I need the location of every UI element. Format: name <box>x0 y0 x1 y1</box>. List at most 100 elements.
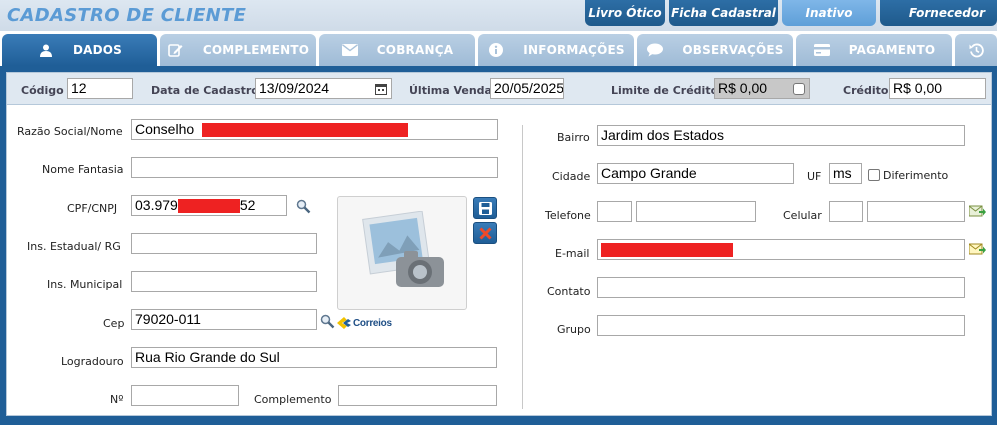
credito-label: Crédito <box>843 84 889 97</box>
correios-text: Correios <box>353 317 392 329</box>
tab-informacoes[interactable]: INFORMAÇÕES <box>478 34 634 66</box>
cidade-label: Cidade <box>552 170 591 183</box>
uf-field[interactable]: ms <box>829 163 862 184</box>
tab-label: INFORMAÇÕES <box>523 43 625 57</box>
photo-frame[interactable] <box>337 196 467 310</box>
celular-field[interactable] <box>867 201 965 222</box>
cidade-field[interactable]: Campo Grande <box>597 163 794 184</box>
summary-bar: Código 12 Data de Cadastro 13/09/2024 Úl… <box>7 73 991 105</box>
limite-credito-field[interactable]: R$ 0,00 <box>714 78 810 99</box>
cpf-cnpj-label: CPF/CNPJ <box>67 202 118 215</box>
ins-municipal-field[interactable] <box>131 271 317 292</box>
send-mail-icon[interactable] <box>968 243 986 259</box>
save-icon <box>479 202 492 218</box>
diferimento-checkbox[interactable] <box>868 169 880 181</box>
ultima-venda-field[interactable]: 20/05/2025 <box>490 78 564 99</box>
column-divider <box>522 125 523 409</box>
telefone-label: Telefone <box>545 209 591 222</box>
limite-credito-value: R$ 0,00 <box>718 80 768 96</box>
history-icon <box>967 43 985 57</box>
search-icon[interactable] <box>296 199 311 217</box>
razao-social-field[interactable]: Conselho <box>131 119 498 140</box>
save-photo-button[interactable] <box>473 197 497 219</box>
codigo-label: Código <box>21 84 64 97</box>
data-cadastro-field[interactable]: 13/09/2024 <box>255 78 392 99</box>
uf-label: UF <box>807 170 822 183</box>
tab-label: COBRANÇA <box>376 43 454 57</box>
tab-historico[interactable] <box>955 34 997 66</box>
tab-label: COMPLEMENTO <box>202 43 310 57</box>
calendar-icon[interactable] <box>375 82 387 98</box>
data-cadastro-value: 13/09/2024 <box>259 80 330 96</box>
limite-credito-label: Limite de Crédito <box>611 84 719 97</box>
tab-label: OBSERVAÇÕES <box>682 43 784 57</box>
contato-label: Contato <box>547 285 591 298</box>
header-bar: CADASTRO DE CLIENTE Livro Ótico Ficha Ca… <box>0 0 997 31</box>
email-label: E-mail <box>555 247 590 260</box>
tab-observacoes[interactable]: OBSERVAÇÕES <box>637 34 793 66</box>
tab-complemento[interactable]: COMPLEMENTO <box>160 34 316 66</box>
cpf-cnpj-start: 03.979 <box>135 197 178 213</box>
page-title: CADASTRO DE CLIENTE <box>7 5 247 26</box>
numero-field[interactable] <box>131 385 239 406</box>
form-frame: Código 12 Data de Cadastro 13/09/2024 Úl… <box>0 66 997 425</box>
numero-label: Nº <box>110 393 124 406</box>
chat-icon <box>646 43 664 57</box>
fornecedor-button[interactable]: Fornecedor <box>880 0 997 26</box>
nome-fantasia-label: Nome Fantasia <box>42 163 124 176</box>
delete-photo-button[interactable] <box>473 222 497 244</box>
codigo-field[interactable]: 12 <box>67 78 133 99</box>
send-mail-icon[interactable] <box>968 205 986 221</box>
celular-label: Celular <box>783 209 822 222</box>
redaction-bar <box>177 199 240 214</box>
grupo-field[interactable] <box>597 315 965 336</box>
edit-icon <box>167 43 185 57</box>
tab-dados[interactable]: DADOS <box>2 34 157 66</box>
telefone-ddd-field[interactable] <box>597 201 632 222</box>
tab-pagamento[interactable]: PAGAMENTO <box>796 34 952 66</box>
tab-label: PAGAMENTO <box>848 43 936 57</box>
contato-field[interactable] <box>597 277 965 298</box>
email-field[interactable] <box>597 239 965 260</box>
ins-estadual-field[interactable] <box>131 233 317 254</box>
razao-social-value: Conselho <box>135 121 195 137</box>
cpf-cnpj-end: 52 <box>239 197 256 213</box>
diferimento-label: Diferimento <box>883 169 949 182</box>
livro-otico-button[interactable]: Livro Ótico <box>585 0 665 26</box>
ficha-cadastral-button[interactable]: Ficha Cadastral <box>669 0 778 26</box>
bairro-field[interactable]: Jardim dos Estados <box>597 125 965 146</box>
search-icon[interactable] <box>320 314 335 332</box>
nome-fantasia-field[interactable] <box>131 157 498 178</box>
telefone-field[interactable] <box>636 201 756 222</box>
cep-label: Cep <box>103 317 125 330</box>
grupo-label: Grupo <box>557 323 591 336</box>
inativo-button[interactable]: Inativo <box>782 0 876 26</box>
delete-icon <box>479 227 492 243</box>
cep-field[interactable]: 79020-011 <box>131 309 317 330</box>
correios-icon <box>337 317 351 329</box>
user-icon <box>37 43 55 57</box>
correios-logo[interactable]: Correios <box>337 317 392 329</box>
redaction-bar <box>202 123 409 138</box>
complemento-field[interactable] <box>338 385 497 406</box>
credito-field[interactable]: R$ 0,00 <box>889 78 986 99</box>
cpf-cnpj-field[interactable]: 03.979 52 <box>131 195 287 216</box>
celular-ddd-field[interactable] <box>829 201 863 222</box>
ins-estadual-label: Ins. Estadual/ RG <box>27 240 121 253</box>
complemento-label: Complemento <box>254 393 332 406</box>
envelope-icon <box>341 43 359 57</box>
form-panel: Código 12 Data de Cadastro 13/09/2024 Úl… <box>6 72 992 416</box>
ultima-venda-label: Última Venda <box>409 84 492 97</box>
info-icon <box>487 43 505 57</box>
logradouro-field[interactable]: Rua Rio Grande do Sul <box>131 347 497 368</box>
logradouro-label: Logradouro <box>61 355 124 368</box>
tab-cobranca[interactable]: COBRANÇA <box>319 34 475 66</box>
redaction-bar <box>601 243 733 258</box>
ins-municipal-label: Ins. Municipal <box>47 278 123 291</box>
razao-social-label: Razão Social/Nome <box>17 125 123 138</box>
tab-label: DADOS <box>72 43 123 57</box>
limite-credito-checkbox[interactable] <box>793 83 805 95</box>
tab-bar: DADOS COMPLEMENTO COBRANÇA INFORMAÇÕES O… <box>0 34 997 66</box>
card-icon <box>813 43 831 57</box>
bairro-label: Bairro <box>557 131 590 144</box>
